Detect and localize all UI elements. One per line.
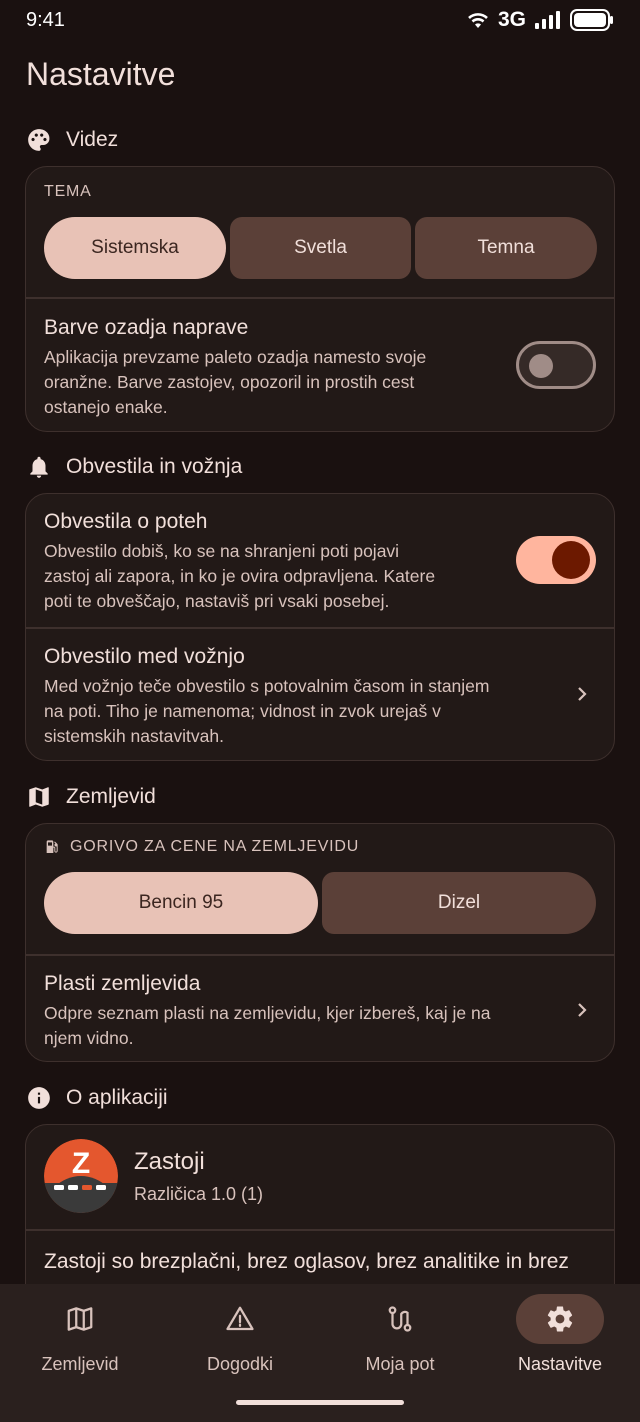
wifi-icon [468,13,488,28]
device-colors-description: Aplikacija prevzame paleto ozadja namest… [44,347,427,417]
route-alerts-description: Obvestilo dobiš, ko se na shranjeni poti… [44,541,436,611]
app-meta: Zastoji Različica 1.0 (1) [134,1148,263,1205]
app-name: Zastoji [134,1147,205,1175]
theme-option-light[interactable]: Svetla [230,217,411,279]
chevron-right-icon [578,687,587,701]
section-title: O aplikaciji [66,1086,168,1109]
nav-item-map[interactable]: Zemljevid [0,1294,160,1422]
about-text: Zastoji so brezplačni, brez oglasov, bre… [44,1250,569,1273]
notifications-card: Obvestila o poteh Obvestilo dobiš, ko se… [25,493,615,761]
nav-label: Nastavitve [517,1354,603,1374]
fuel-selector: Bencin 95 Dizel [44,872,596,934]
warning-icon [226,1306,254,1331]
theme-label: TEMA [44,183,92,200]
status-bar: 9:41 3G [0,0,640,40]
page-title: Nastavitve [26,56,176,92]
network-type: 3G [497,8,526,31]
fuel-pump-icon [46,840,58,853]
section-header-notifications: Obvestila in vožnja [26,454,242,480]
device-colors-toggle[interactable] [516,341,596,389]
section-header-map: Zemljevid [26,784,156,810]
nav-item-settings[interactable]: Nastavitve [480,1294,640,1422]
map-icon [67,1307,93,1331]
section-header-video: Videz [26,127,118,153]
fuel-option-bencin95[interactable]: Bencin 95 [44,872,318,934]
status-icons: 3G [466,8,614,32]
device-colors-title: Barve ozadja naprave [44,316,249,339]
route-icon [388,1306,412,1332]
route-alerts-title: Obvestila o poteh [44,510,208,533]
info-icon [28,1087,50,1109]
map-layers-description: Odpre seznam plasti na zemljevidu, kjer … [44,1003,491,1048]
home-indicator[interactable] [236,1400,404,1405]
nav-label: Dogodki [206,1354,274,1374]
toggle-knob [552,541,590,579]
status-time: 9:41 [26,8,65,31]
map-layers-row[interactable]: Plasti zemljevida Odpre seznam plasti na… [26,955,614,1061]
section-title: Obvestila in vožnja [66,455,243,478]
nav-label: Moja pot [365,1354,435,1374]
section-title: Videz [66,128,119,151]
video-card: TEMA Sistemska Svetla Temna Barve ozadja… [25,166,615,432]
theme-option-dark[interactable]: Temna [415,217,597,279]
fuel-label: GORIVO ZA CENE NA ZEMLJEVIDU [44,838,359,856]
fuel-option-dizel[interactable]: Dizel [322,872,596,934]
drive-notification-row[interactable]: Obvestilo med vožnjo Med vožnjo teče obv… [26,628,614,760]
map-layers-title: Plasti zemljevida [44,972,201,995]
theme-selector: Sistemska Svetla Temna [44,217,597,279]
battery-icon [570,9,613,31]
bell-icon [30,456,48,478]
toggle-knob [529,354,553,378]
divider [26,297,614,299]
map-card: GORIVO ZA CENE NA ZEMLJEVIDU Bencin 95 D… [25,823,615,1062]
gear-icon [547,1306,573,1332]
divider [26,1229,614,1231]
palette-icon [28,129,50,151]
chevron-right-icon [578,1003,587,1017]
svg-text:Z: Z [72,1147,90,1180]
drive-notification-description: Med vožnjo teče obvestilo s potovalnim č… [44,676,490,746]
section-title: Zemljevid [66,785,156,808]
app-info: Z Zastoji Različica 1.0 (1) [44,1139,263,1213]
nav-label: Zemljevid [41,1354,119,1374]
signal-icon [535,11,560,29]
app-version: Različica 1.0 (1) [134,1183,264,1204]
section-header-about: O aplikaciji [26,1085,168,1111]
theme-option-system[interactable]: Sistemska [44,217,226,279]
drive-notification-title: Obvestilo med vožnjo [44,645,245,668]
map-icon [29,787,49,807]
app-logo: Z [44,1139,118,1213]
route-alerts-toggle[interactable] [516,536,596,584]
